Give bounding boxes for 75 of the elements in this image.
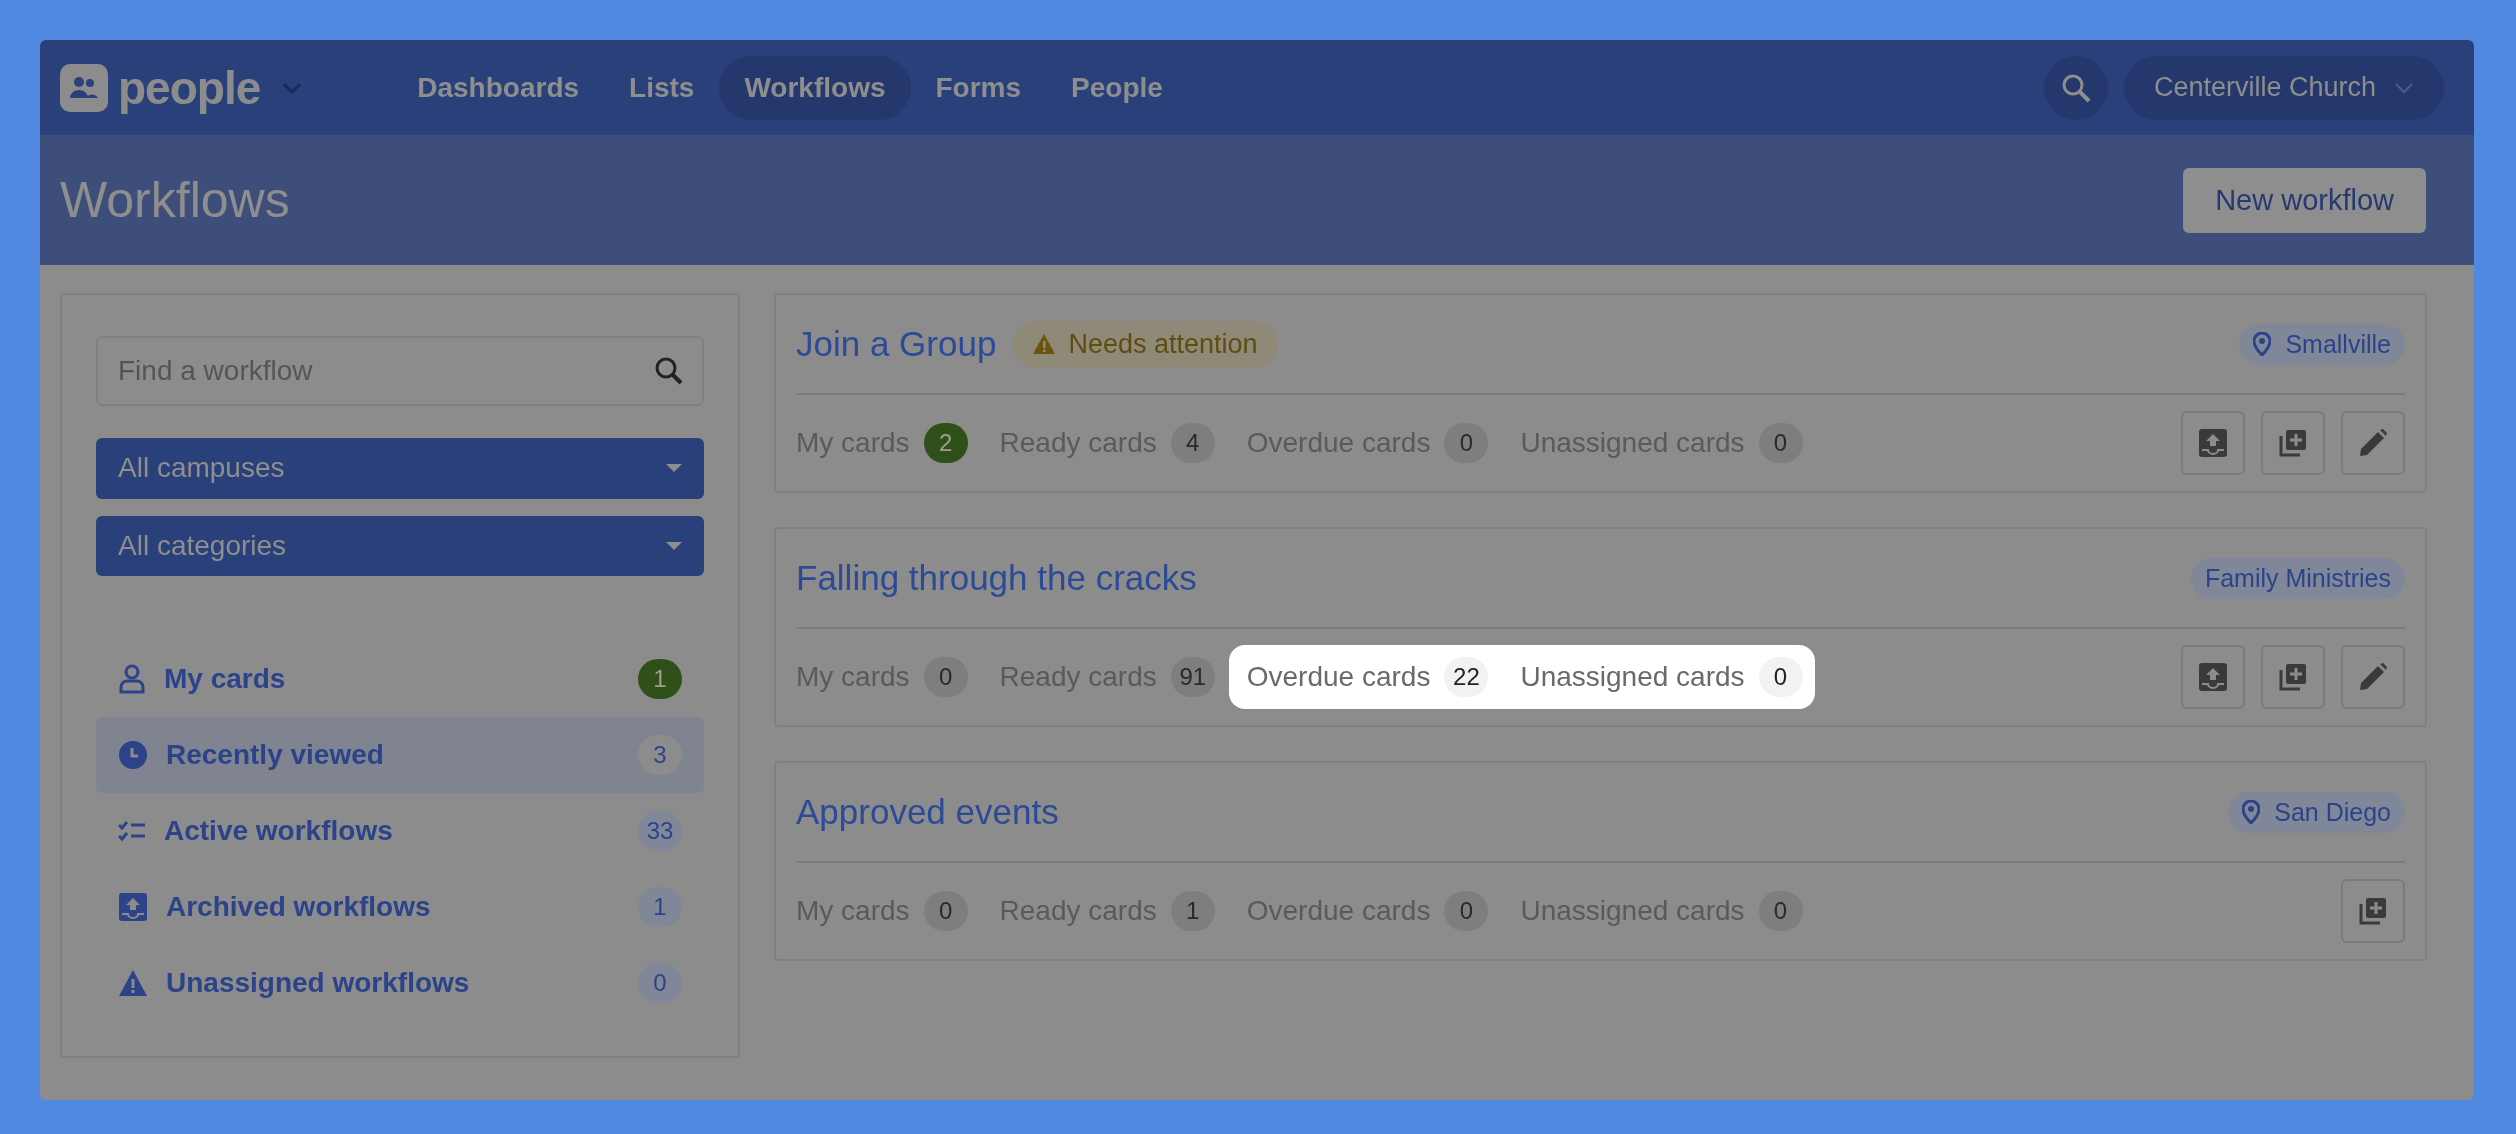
search-icon: [2060, 72, 2091, 103]
logo-icon[interactable]: [60, 63, 108, 112]
count-badge: 0: [1758, 423, 1803, 463]
sidebar-item-label: Archived workflows: [166, 891, 432, 923]
sidebar-item-label: Unassigned workflows: [166, 967, 471, 999]
pencil-icon: [2358, 428, 2388, 458]
count-badge: 3: [638, 735, 682, 775]
status-badge: Needs attention: [1012, 320, 1278, 368]
nav-tab[interactable]: Dashboards: [392, 55, 605, 120]
sidebar-item-label: Active workflows: [164, 815, 394, 847]
count-badge: 0: [1758, 657, 1803, 697]
nav-tab[interactable]: Lists: [604, 55, 720, 120]
count-badge: 33: [638, 811, 682, 851]
page-title: Workflows: [60, 171, 290, 229]
sidebar-item[interactable]: Recently viewed 3: [96, 717, 704, 793]
add-copy-icon: [2279, 663, 2307, 691]
search-icon: [654, 356, 684, 386]
action-button[interactable]: [2181, 411, 2245, 475]
workflow-title[interactable]: Approved events: [796, 792, 1059, 832]
chevron-down-icon: [2394, 81, 2414, 94]
count-badge: 22: [1444, 657, 1489, 697]
count-badge: 91: [1170, 657, 1215, 697]
count-badge: 0: [638, 963, 682, 1003]
sidebar-item[interactable]: Unassigned workflows 0: [96, 945, 704, 1021]
count-badge: 1: [1170, 891, 1215, 931]
location-pin-icon: [2242, 800, 2261, 824]
sidebar-item[interactable]: My cards 1: [96, 641, 704, 717]
nav-tab[interactable]: People: [1046, 55, 1188, 120]
nav-tab[interactable]: Forms: [910, 55, 1047, 120]
sidebar-item-label: My cards: [164, 663, 287, 695]
action-button[interactable]: [2341, 411, 2405, 475]
filter-dropdown[interactable]: All categories: [96, 515, 704, 576]
clock-icon: [118, 740, 148, 770]
action-button[interactable]: [2261, 411, 2325, 475]
location-pin-icon: [2253, 332, 2272, 356]
workflow-title[interactable]: Join a Group: [796, 324, 997, 364]
add-copy-icon: [2359, 897, 2387, 925]
count-badge: 0: [923, 657, 968, 697]
action-button[interactable]: [2181, 645, 2245, 709]
warning-icon: [118, 969, 148, 997]
filter-dropdown[interactable]: All campuses: [96, 438, 704, 499]
stat-label: Overdue cards: [1246, 661, 1431, 693]
action-button[interactable]: [2341, 879, 2405, 943]
campus-tag: San Diego: [2228, 791, 2405, 833]
account-dropdown[interactable]: Centerville Church: [2123, 55, 2444, 120]
sidebar-item[interactable]: Active workflows 33: [96, 793, 704, 869]
new-workflow-button[interactable]: New workflow: [2183, 167, 2426, 233]
count-badge: 2: [923, 423, 968, 463]
count-badge: 1: [638, 887, 682, 927]
count-badge: 0: [1758, 891, 1803, 931]
nav-tab[interactable]: Workflows: [719, 55, 911, 120]
stat-label: Unassigned cards: [1520, 661, 1745, 693]
campus-tag: Smallville: [2239, 323, 2405, 365]
warning-icon: [1032, 333, 1057, 355]
caret-down-icon: [666, 541, 682, 550]
pencil-icon: [2358, 662, 2388, 692]
count-badge: 0: [1444, 423, 1489, 463]
caret-down-icon: [666, 464, 682, 473]
campus-tag: Family Ministries: [2190, 557, 2405, 599]
archive-icon: [2198, 428, 2228, 458]
archive-icon: [2198, 662, 2228, 692]
action-button[interactable]: [2261, 645, 2325, 709]
count-badge: 0: [1444, 891, 1489, 931]
count-badge: 0: [923, 891, 968, 931]
workflow-title[interactable]: Falling through the cracks: [796, 558, 1197, 598]
sidebar-item[interactable]: Archived workflows 1: [96, 869, 704, 945]
archive-icon: [118, 892, 148, 922]
add-copy-icon: [2279, 429, 2307, 457]
checklist-icon: [118, 820, 146, 842]
count-badge: 1: [638, 659, 682, 699]
person-icon: [118, 664, 146, 694]
sidebar-item-label: Recently viewed: [166, 739, 385, 771]
brand-name[interactable]: people: [118, 60, 261, 115]
count-badge: 4: [1170, 423, 1215, 463]
action-button[interactable]: [2341, 645, 2405, 709]
